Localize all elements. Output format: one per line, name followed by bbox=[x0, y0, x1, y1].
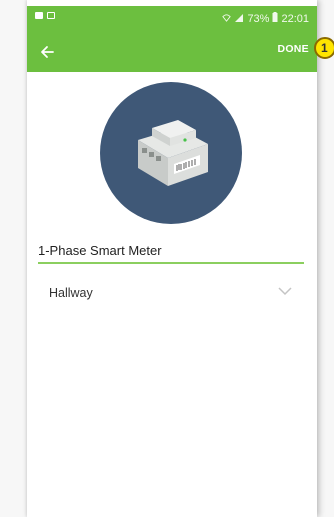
arrow-left-icon bbox=[41, 46, 54, 58]
clock: 22:01 bbox=[281, 12, 309, 25]
battery-percent: 73% bbox=[247, 12, 270, 25]
status-bar: 73% 22:01 bbox=[27, 6, 317, 32]
notification-icons bbox=[35, 12, 55, 19]
location-dropdown[interactable]: Hallway bbox=[38, 280, 304, 306]
annotation-badge: 1 bbox=[314, 37, 334, 59]
battery-icon bbox=[272, 12, 278, 25]
back-button[interactable] bbox=[35, 40, 59, 64]
device-name-input[interactable] bbox=[38, 240, 304, 264]
gallery-icon bbox=[47, 12, 55, 19]
status-right: 73% 22:01 bbox=[222, 12, 309, 25]
wifi-icon bbox=[222, 13, 232, 25]
smart-meter-image bbox=[138, 120, 208, 186]
done-button[interactable]: DONE bbox=[277, 43, 309, 55]
phone-screen: 73% 22:01 DONE 1-Phase Smart Meter Hallw… bbox=[27, 0, 317, 517]
chevron-down-icon bbox=[278, 287, 292, 296]
location-selected: Hallway bbox=[49, 286, 93, 300]
signal-icon bbox=[234, 13, 244, 25]
app-bar: DONE bbox=[27, 32, 317, 72]
device-image[interactable] bbox=[100, 82, 242, 224]
notification-icon bbox=[35, 12, 43, 19]
